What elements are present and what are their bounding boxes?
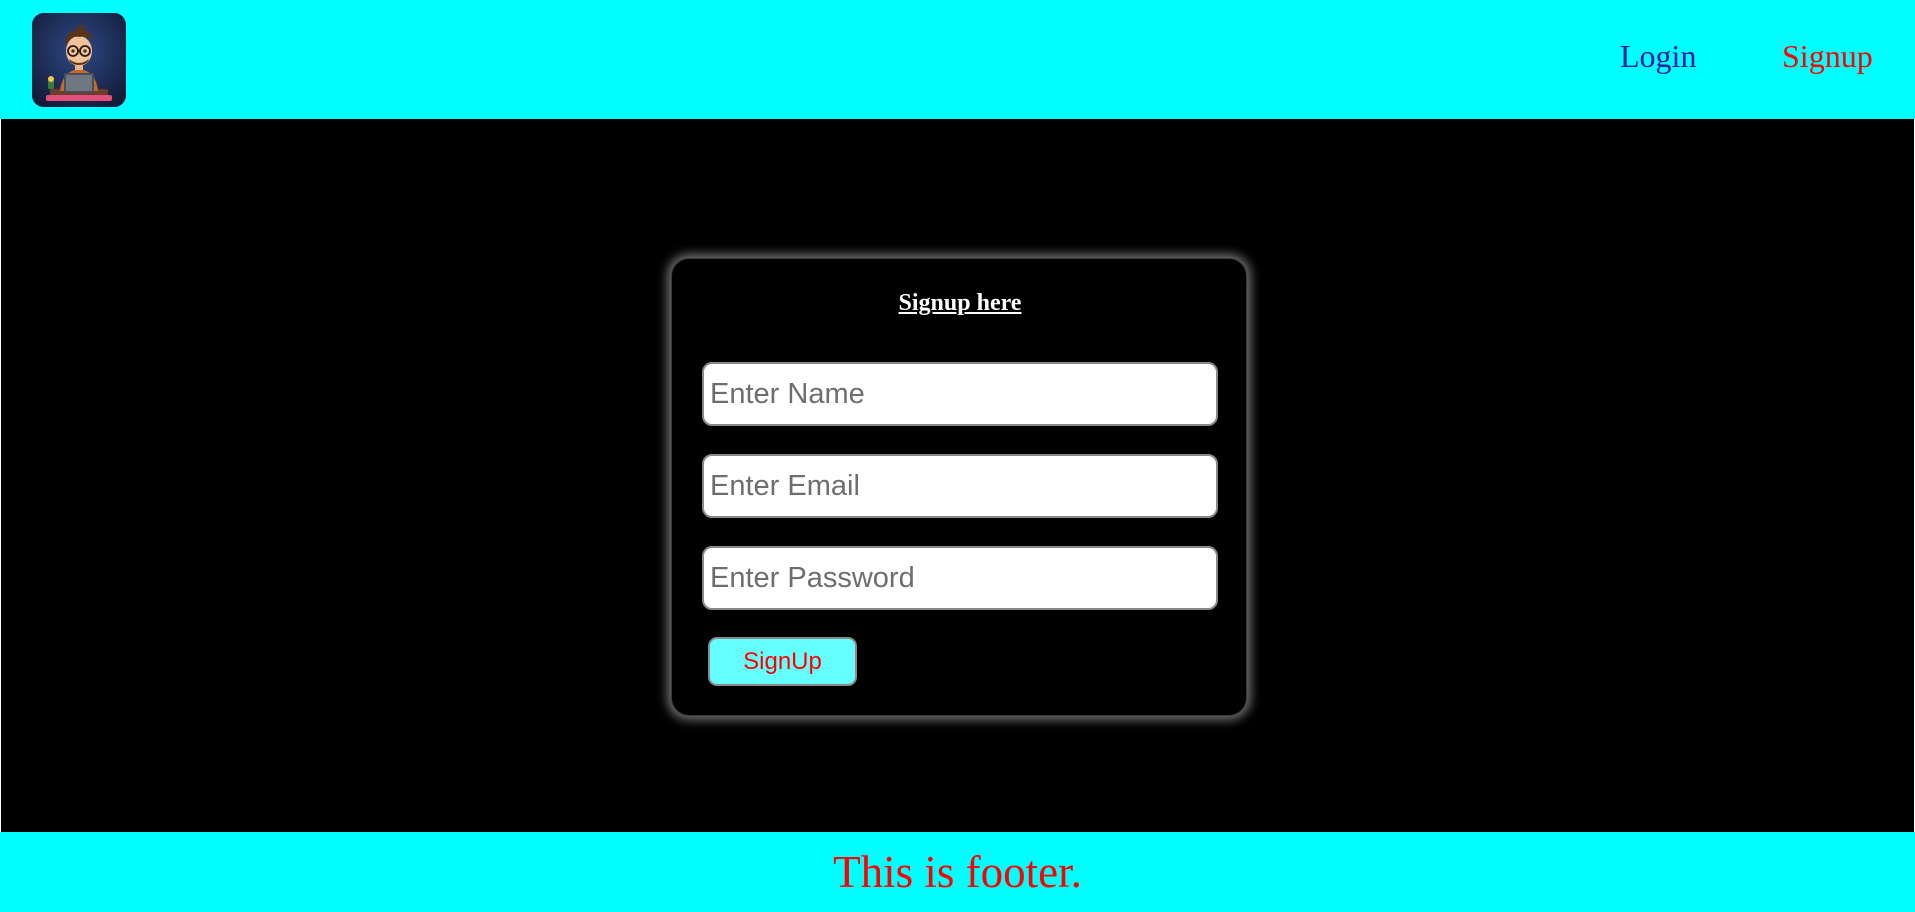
- site-header: Login Signup: [0, 0, 1915, 119]
- name-input[interactable]: [702, 362, 1218, 426]
- footer-text: This is footer.: [833, 847, 1082, 897]
- password-input[interactable]: [702, 546, 1218, 610]
- nav-login-link[interactable]: Login: [1620, 37, 1696, 75]
- signup-form: Signup here SignUp: [671, 258, 1247, 716]
- signup-submit-button[interactable]: SignUp: [708, 637, 857, 686]
- developer-avatar-logo-icon[interactable]: [32, 13, 126, 107]
- signup-form-title: Signup here: [898, 290, 1022, 316]
- main-content: Signup here SignUp: [1, 119, 1914, 832]
- email-input[interactable]: [702, 454, 1218, 518]
- nav-signup-link[interactable]: Signup: [1782, 37, 1873, 75]
- site-footer: This is footer.: [0, 832, 1915, 912]
